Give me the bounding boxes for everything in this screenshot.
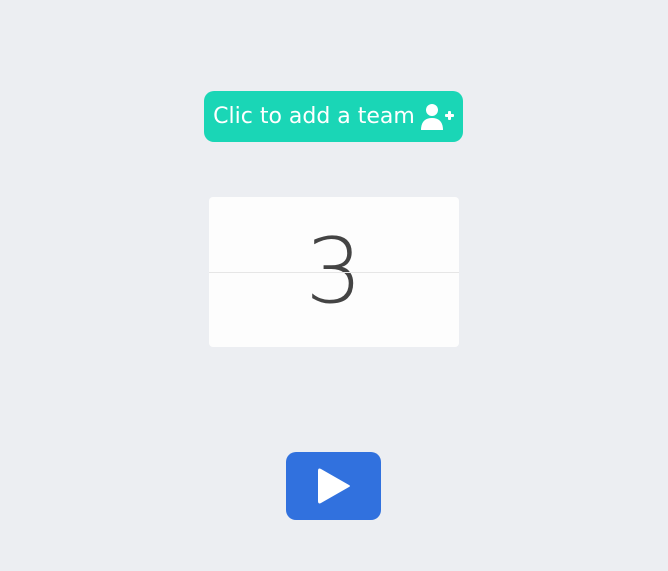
countdown-card: 3	[209, 197, 459, 347]
add-team-button[interactable]: Clic to add a team	[204, 91, 463, 142]
user-plus-icon	[420, 103, 454, 131]
add-team-label: Clic to add a team	[213, 104, 415, 129]
play-button[interactable]	[286, 452, 381, 520]
play-icon	[317, 468, 350, 504]
flip-divider	[209, 272, 459, 273]
